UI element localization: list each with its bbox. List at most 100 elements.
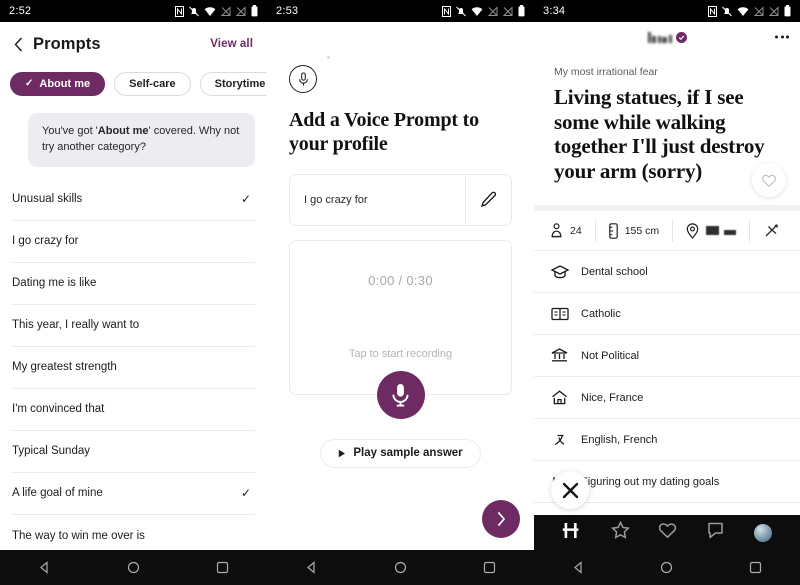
home-circle-icon[interactable]	[394, 561, 407, 574]
list-item[interactable]: I go crazy for	[12, 221, 255, 263]
voice-prompt-badge-row	[289, 22, 512, 93]
like-prompt-button[interactable]	[752, 163, 786, 198]
banner-text-bold: About me	[97, 125, 149, 137]
close-x-icon	[562, 482, 578, 498]
mobile-signal-off-icon-2	[236, 5, 246, 16]
prompt-label: I go crazy for	[12, 235, 79, 248]
home-icon	[550, 390, 569, 405]
record-button[interactable]	[376, 370, 425, 419]
nfc-icon	[442, 5, 451, 17]
tab-likes-you[interactable]	[658, 522, 677, 544]
status-bar: 2:52	[0, 0, 267, 22]
check-icon: ✓	[240, 486, 251, 501]
mobile-signal-off-icon-1	[221, 5, 231, 16]
check-icon: ✓	[25, 78, 34, 89]
phone-screen-prompts: 2:52 Prompts View all ✓ About me Self-ca…	[0, 0, 267, 585]
hinge-logo-icon	[563, 522, 579, 538]
next-button[interactable]	[482, 500, 520, 538]
info-label: Not Political	[581, 349, 640, 362]
info-row-hometown: Nice, France	[534, 377, 800, 420]
selected-prompt-value: I go crazy for	[304, 193, 368, 206]
battery-icon	[251, 5, 258, 17]
government-building-icon	[550, 348, 569, 363]
reject-profile-button[interactable]	[551, 471, 589, 509]
view-all-link[interactable]: View all	[210, 38, 253, 50]
phone-screen-profile: 3:34 My most irrational fear Living stat…	[534, 0, 800, 585]
sample-button-wrap: Play sample answer	[289, 419, 512, 468]
category-covered-banner: You've got 'About me' covered. Why not t…	[28, 113, 255, 167]
speech-language-icon	[550, 433, 569, 447]
wifi-icon	[471, 6, 483, 16]
pill-value: 155 cm	[624, 224, 660, 237]
check-icon: ✓	[240, 192, 251, 207]
list-item[interactable]: Dating me is like	[12, 263, 255, 305]
app-tab-bar	[534, 515, 800, 550]
recents-square-icon[interactable]	[749, 561, 762, 574]
status-bar-icons	[175, 5, 258, 17]
redacted-location-value	[706, 226, 737, 236]
wifi-icon	[204, 6, 216, 16]
chip-label: Storytime	[214, 78, 266, 90]
chevron-right-icon	[497, 511, 506, 527]
profile-avatar-icon[interactable]	[753, 523, 772, 542]
tab-matches[interactable]	[706, 522, 725, 544]
phone-screen-voice-prompt: 2:53 Add a Voice Prompt to your profile …	[267, 0, 534, 585]
list-item[interactable]: My greatest strength	[12, 347, 255, 389]
notifications-off-icon	[456, 6, 466, 16]
decorative-dot	[327, 56, 330, 59]
star-icon	[610, 520, 630, 539]
microphone-icon	[289, 65, 317, 93]
heart-outline-icon	[761, 174, 777, 187]
prompt-label: My greatest strength	[12, 361, 117, 374]
mobile-signal-off-icon-1	[488, 5, 498, 16]
prompt-label: A life goal of mine	[12, 487, 103, 500]
location-pin-icon	[686, 223, 699, 239]
redacted-name-blocks	[647, 31, 672, 43]
tab-standouts[interactable]	[610, 520, 630, 544]
list-item[interactable]: This year, I really want to	[12, 305, 255, 347]
voice-prompt-body: Add a Voice Prompt to your profile I go …	[267, 22, 534, 468]
home-circle-icon[interactable]	[660, 561, 673, 574]
more-horizontal-icon[interactable]	[775, 35, 789, 39]
mobile-signal-off-icon-2	[769, 5, 779, 16]
status-bar-icons	[708, 5, 791, 17]
back-triangle-icon[interactable]	[305, 561, 318, 574]
info-label: Catholic	[581, 307, 621, 320]
category-chip-row: ✓ About me Self-care Storytime	[0, 66, 267, 106]
wifi-icon	[737, 6, 749, 16]
chevron-left-icon[interactable]	[14, 37, 23, 52]
verified-check-icon	[675, 31, 687, 43]
pill-location	[673, 219, 751, 242]
chip-label: Self-care	[129, 78, 176, 90]
list-item[interactable]: A life goal of mine ✓	[12, 473, 255, 515]
recents-square-icon[interactable]	[483, 561, 496, 574]
chip-storytime[interactable]: Storytime	[199, 72, 267, 96]
chip-self-care[interactable]: Self-care	[114, 72, 191, 96]
prompt-label: This year, I really want to	[12, 319, 140, 332]
microphone-icon	[392, 383, 409, 407]
screenshot-root: 2:52 Prompts View all ✓ About me Self-ca…	[0, 0, 800, 585]
pencil-edit-icon[interactable]	[465, 174, 511, 225]
list-item[interactable]: Typical Sunday	[12, 431, 255, 473]
chip-about-me[interactable]: ✓ About me	[10, 72, 106, 96]
nfc-icon	[175, 5, 184, 17]
status-bar-time: 2:53	[276, 5, 299, 17]
back-triangle-icon[interactable]	[38, 561, 51, 574]
prompt-answer: Living statues, if I see some while walk…	[554, 85, 765, 183]
back-triangle-icon[interactable]	[572, 561, 585, 574]
list-item[interactable]: Unusual skills ✓	[12, 179, 255, 221]
home-circle-icon[interactable]	[127, 561, 140, 574]
play-triangle-icon	[339, 449, 346, 457]
heart-icon	[659, 522, 677, 538]
play-sample-answer-button[interactable]: Play sample answer	[320, 438, 481, 468]
tab-discover[interactable]	[562, 521, 582, 545]
recording-hint: Tap to start recording	[348, 347, 453, 360]
info-row-education: Dental school	[534, 251, 800, 294]
battery-icon	[784, 5, 791, 17]
selected-prompt-field[interactable]: I go crazy for	[289, 173, 512, 226]
book-icon	[550, 307, 569, 321]
prompt-label: Dating me is like	[12, 277, 97, 290]
chip-label: About me	[39, 78, 91, 90]
recents-square-icon[interactable]	[216, 561, 229, 574]
list-item[interactable]: I'm convinced that	[12, 389, 255, 431]
